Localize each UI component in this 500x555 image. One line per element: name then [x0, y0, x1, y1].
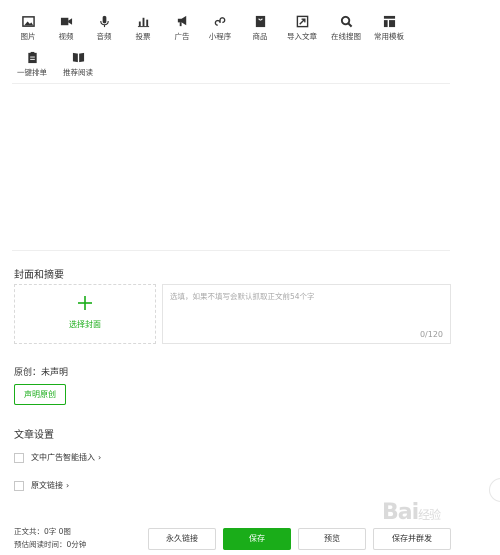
toolbar-template[interactable]: 常用模板: [367, 15, 411, 42]
cover-section-title: 封面和摘要: [14, 270, 64, 281]
toolbar-audio-label: 音频: [96, 32, 112, 41]
original-status: 原创：未声明: [14, 368, 69, 378]
toolbar-one-click[interactable]: 一键排单: [10, 51, 54, 78]
original-link-checkbox[interactable]: [14, 480, 24, 491]
toolbar-recommend-label: 推荐阅读: [63, 68, 93, 77]
declare-original-button[interactable]: 声明原创: [14, 384, 66, 405]
toolbar-image-label: 图片: [20, 32, 36, 41]
toolbar-goods-label: 商品: [252, 32, 268, 41]
watermark-text: Bai: [382, 500, 419, 525]
ad-insert-option[interactable]: 文中广告智能插入 ›: [14, 452, 101, 463]
audio-icon: [82, 15, 126, 29]
import-icon: [280, 15, 324, 29]
template-icon: [367, 15, 411, 29]
toolbar-mini-program[interactable]: 小程序: [198, 15, 242, 42]
goods-icon: [238, 15, 282, 29]
toolbar-goods[interactable]: 商品: [238, 15, 282, 42]
article-body-editor[interactable]: [12, 90, 450, 248]
vote-icon: [121, 15, 165, 29]
toolbar-vote[interactable]: 投票: [121, 15, 165, 42]
save-button[interactable]: 保存: [223, 528, 291, 550]
summary-placeholder: 选填，如果不填写会默认抓取正文前54个字: [170, 292, 315, 301]
toolbar-one-click-label: 一键排单: [17, 68, 47, 77]
editor-divider: [12, 250, 450, 251]
baidu-watermark: Bai经验: [382, 500, 441, 525]
search-icon: [324, 15, 368, 29]
preview-button[interactable]: 预览: [298, 528, 366, 550]
read-time: 预估阅读时间：0分钟: [14, 540, 87, 549]
summary-char-count: 0/120: [419, 330, 443, 339]
toolbar-video-label: 视频: [58, 32, 74, 41]
toolbar-import-label: 导入文章: [287, 32, 317, 41]
summary-textarea[interactable]: 选填，如果不填写会默认抓取正文前54个字 0/120: [162, 284, 451, 344]
toolbar-recommend[interactable]: 推荐阅读: [56, 51, 100, 78]
plus-icon: [78, 296, 92, 310]
original-link-option[interactable]: 原文链接 ›: [14, 480, 69, 491]
watermark-suffix: 经验: [418, 508, 441, 522]
toolbar-divider: [12, 83, 450, 84]
toolbar-template-label: 常用模板: [374, 32, 404, 41]
toolbar-import[interactable]: 导入文章: [280, 15, 324, 42]
clipboard-icon: [10, 51, 54, 65]
toolbar-search-image[interactable]: 在线搜图: [324, 15, 368, 42]
select-cover-button[interactable]: 选择封面: [14, 284, 156, 344]
toolbar-vote-label: 投票: [135, 32, 151, 41]
book-icon: [56, 51, 100, 65]
toolbar-ad-label: 广告: [174, 32, 190, 41]
mini-program-icon: [198, 15, 242, 29]
select-cover-label: 选择封面: [69, 320, 101, 329]
toolbar-audio[interactable]: 音频: [82, 15, 126, 42]
chevron-right-icon: ›: [66, 481, 70, 490]
scroll-top-button[interactable]: [489, 478, 500, 502]
chevron-right-icon: ›: [98, 453, 102, 462]
original-link-label: 原文链接: [31, 481, 63, 490]
word-count: 正文共：0字 0图: [14, 527, 71, 536]
settings-section-title: 文章设置: [14, 430, 54, 441]
toolbar-search-image-label: 在线搜图: [331, 32, 361, 41]
ad-insert-checkbox[interactable]: [14, 452, 24, 463]
permalink-button[interactable]: 永久链接: [148, 528, 216, 550]
toolbar-mini-program-label: 小程序: [208, 32, 232, 41]
save-and-send-button[interactable]: 保存并群发: [373, 528, 451, 550]
ad-insert-label: 文中广告智能插入: [31, 453, 95, 462]
